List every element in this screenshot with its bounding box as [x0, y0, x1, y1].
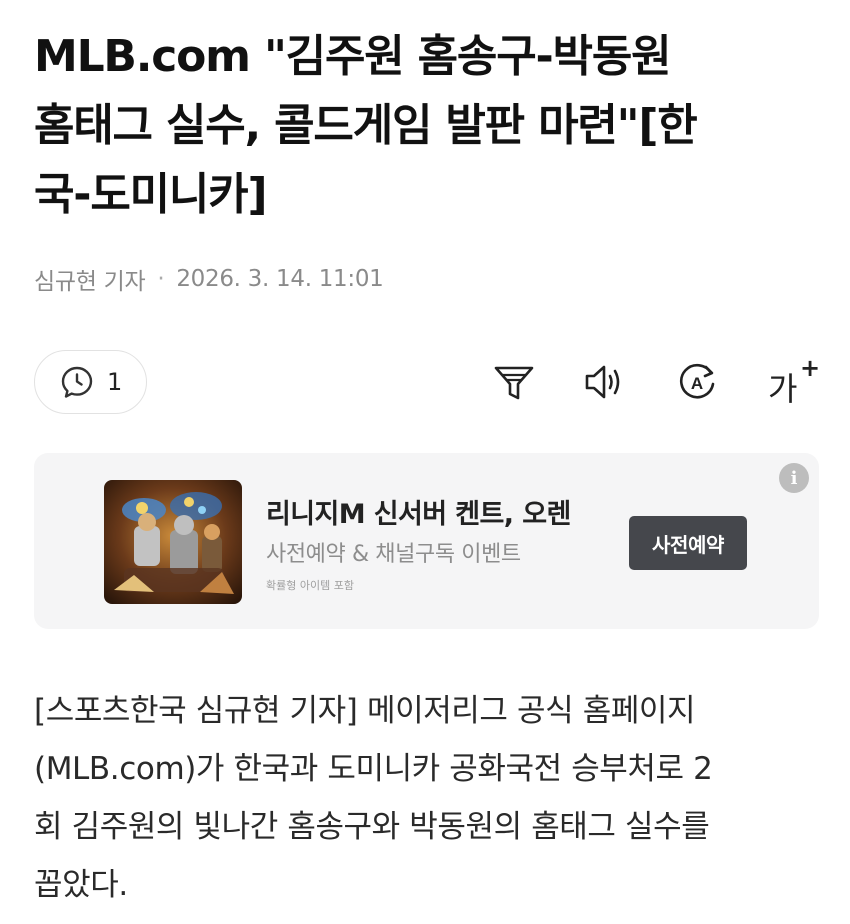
translate-letter: A — [691, 374, 703, 393]
filter-icon[interactable] — [492, 360, 536, 404]
body-line: [스포츠한국 심규현 기자] 메이저리그 공식 홈페이지 — [34, 693, 696, 729]
speaker-icon[interactable] — [582, 360, 626, 404]
reporter-name: 심규현 기자 — [34, 269, 146, 295]
ad-preregister-button[interactable]: 사전예약 — [629, 516, 747, 570]
publish-date: 2026. 3. 14. 11:01 — [176, 266, 384, 292]
ad-thumbnail[interactable] — [104, 480, 242, 604]
font-size-icon[interactable]: 가 + — [764, 354, 821, 408]
comment-button[interactable]: 1 — [34, 350, 147, 414]
headline-line: 국-도미니카] — [34, 169, 268, 220]
ad-banner[interactable]: i 리니지M 신서버 켄트, 오렌 사전예약 & 채널구독 이벤트 확률형 아이… — [34, 453, 819, 629]
article-headline: MLB.com "김주원 홈송구-박동원 홈태그 실수, 콜드게임 발판 마련"… — [34, 22, 824, 229]
body-line: 회 김주원의 빛나간 홈송구와 박동원의 홈태그 실수를 — [34, 809, 710, 845]
ad-title[interactable]: 리니지M 신서버 켄트, 오렌 — [266, 492, 571, 531]
ad-subtitle: 사전예약 & 채널구독 이벤트 — [266, 542, 521, 567]
article-body: [스포츠한국 심규현 기자] 메이저리그 공식 홈페이지 (MLB.com)가 … — [34, 682, 824, 914]
game-artwork-image — [104, 480, 242, 604]
article-toolbar: 1 A 가 + — [34, 350, 824, 414]
headline-line: 홈태그 실수, 콜드게임 발판 마련"[한 — [34, 100, 698, 151]
body-line: 꼽았다. — [34, 867, 128, 903]
comment-count: 1 — [107, 368, 123, 396]
translate-icon[interactable]: A — [675, 360, 719, 404]
ad-disclaimer: 확률형 아이템 포함 — [266, 579, 354, 592]
article-byline: 심규현 기자 · 2026. 3. 14. 11:01 — [34, 262, 384, 296]
font-size-glyph: 가 — [768, 370, 798, 408]
comment-clock-icon — [61, 366, 93, 398]
font-size-plus: + — [800, 354, 821, 382]
body-line: (MLB.com)가 한국과 도미니카 공화국전 승부처로 2 — [34, 751, 713, 787]
ad-info-icon[interactable]: i — [779, 463, 809, 493]
headline-line: MLB.com "김주원 홈송구-박동원 — [34, 31, 672, 82]
byline-separator: · — [157, 266, 165, 292]
